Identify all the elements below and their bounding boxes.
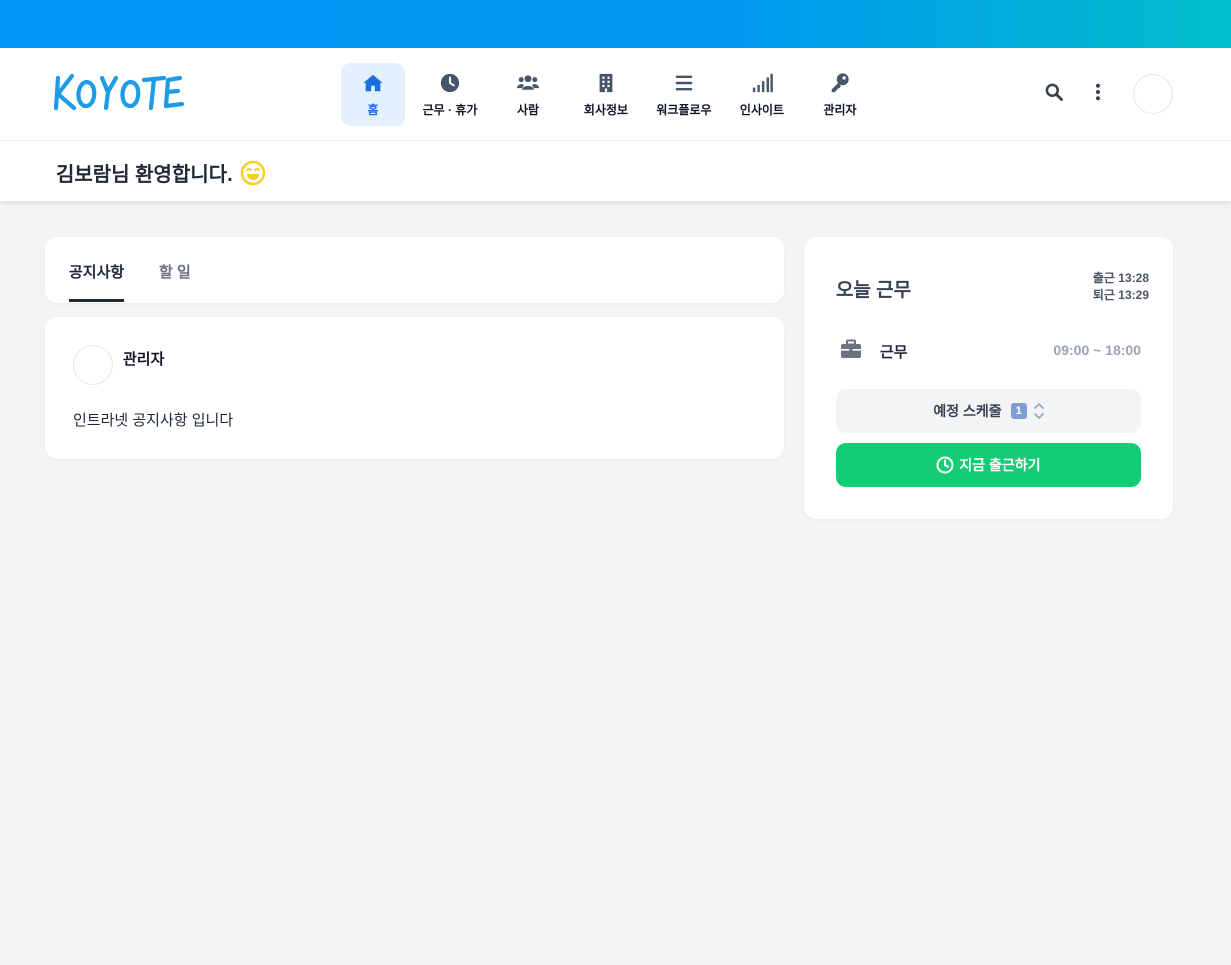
clock-icon (439, 72, 461, 94)
building-icon (595, 72, 617, 94)
search-button[interactable] (1039, 74, 1069, 114)
briefcase-icon (840, 339, 862, 359)
top-brand-bar (0, 0, 1231, 48)
more-vertical-icon (1088, 82, 1108, 107)
clock-icon (936, 456, 954, 474)
logo-wordmark-icon (53, 73, 185, 111)
main-nav: 홈 근무 · 휴가 사람 회사정보 워크플로우 인사이트 관리자 (341, 63, 879, 126)
nav-item-work-leave[interactable]: 근무 · 휴가 (411, 63, 489, 126)
notice-author: 관리자 (123, 351, 165, 368)
people-icon (517, 72, 539, 94)
nav-label: 홈 (367, 102, 379, 117)
nav-item-company[interactable]: 회사정보 (567, 63, 645, 126)
tab-todo[interactable]: 할 일 (159, 261, 191, 282)
nav-item-insight[interactable]: 인사이트 (723, 63, 801, 126)
check-out-time: 퇴근 13:29 (1092, 288, 1149, 302)
check-in-now-button[interactable]: 지금 출근하기 (836, 443, 1141, 487)
user-avatar[interactable] (1133, 74, 1173, 114)
today-work-card: 오늘 근무 출근 13:28 퇴근 13:29 근무 09:00 ~ 18:00… (804, 237, 1173, 519)
check-in-label: 지금 출근하기 (959, 457, 1041, 473)
work-type-label: 근무 (880, 344, 908, 361)
notice-post-card[interactable]: 관리자 인트라넷 공지사항 입니다 (45, 317, 784, 459)
schedule-count-badge: 1 (1010, 403, 1027, 419)
work-hours: 09:00 ~ 18:00 (1053, 342, 1141, 358)
home-icon (362, 72, 384, 94)
nav-label: 인사이트 (739, 102, 785, 117)
nav-item-admin[interactable]: 관리자 (801, 63, 879, 126)
today-work-title: 오늘 근무 (836, 280, 912, 301)
active-tab-indicator (69, 299, 124, 302)
more-options-button[interactable] (1083, 74, 1113, 114)
search-icon (1044, 82, 1064, 107)
koyote-logo[interactable] (53, 70, 185, 114)
welcome-bar: 김보람님 환영합니다. (0, 141, 1231, 201)
nav-item-people[interactable]: 사람 (489, 63, 567, 126)
welcome-message: 김보람님 환영합니다. (56, 158, 266, 187)
tab-notice[interactable]: 공지사항 (69, 261, 124, 282)
nav-label: 회사정보 (583, 102, 629, 117)
nav-label: 관리자 (823, 102, 857, 117)
welcome-text: 김보람님 환영합니다. (56, 164, 233, 186)
notice-tabs-card: 공지사항 할 일 (45, 237, 784, 303)
notice-body: 인트라넷 공지사항 입니다 (73, 412, 234, 429)
wink-smile-icon (240, 160, 266, 186)
work-time-log: 출근 13:28 퇴근 13:29 (1093, 270, 1149, 304)
chevron-up-down-icon (1033, 401, 1044, 421)
header-actions (1039, 74, 1173, 114)
key-icon (829, 72, 851, 94)
nav-label: 사람 (516, 102, 540, 117)
author-avatar (73, 345, 113, 385)
nav-item-home[interactable]: 홈 (341, 63, 405, 126)
check-in-time: 출근 13:28 (1092, 271, 1149, 285)
signal-icon (751, 72, 773, 94)
nav-label: 근무 · 휴가 (422, 102, 478, 117)
scheduled-shifts-toggle[interactable]: 예정 스케줄 1 (836, 389, 1141, 433)
list-icon (673, 72, 695, 94)
work-shift-row: 근무 09:00 ~ 18:00 (836, 337, 1141, 363)
nav-label: 워크플로우 (656, 102, 712, 117)
main-header: 홈 근무 · 휴가 사람 회사정보 워크플로우 인사이트 관리자 (0, 48, 1231, 141)
nav-item-workflow[interactable]: 워크플로우 (645, 63, 723, 126)
schedule-label: 예정 스케줄 (933, 403, 1002, 419)
